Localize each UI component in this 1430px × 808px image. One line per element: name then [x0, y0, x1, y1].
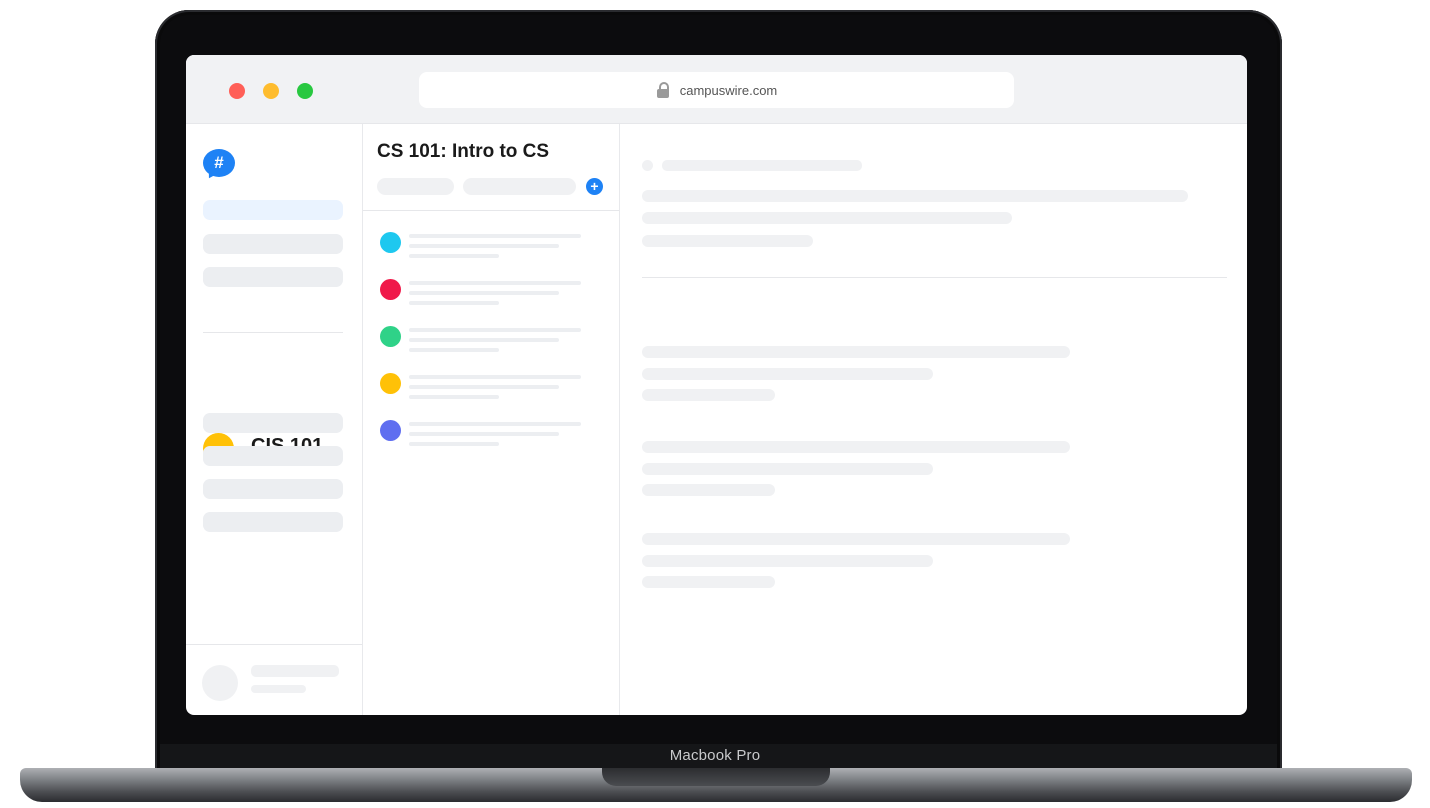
- post-text-line: [409, 291, 559, 295]
- device-label: Macbook Pro: [669, 747, 761, 764]
- post-text-line: [409, 348, 499, 352]
- post-body-placeholder: [642, 212, 1012, 224]
- lock-icon: [656, 82, 670, 98]
- sidebar-channel-item[interactable]: [203, 446, 343, 466]
- post-title-line: [409, 422, 581, 426]
- browser-window: campuswire.com # CIS 101 CS 101: Intro t…: [186, 55, 1247, 715]
- sidebar-nav-item[interactable]: [203, 234, 343, 254]
- maximize-window-button[interactable]: [297, 83, 313, 99]
- post-author-avatar: [642, 160, 653, 171]
- sidebar-nav-item[interactable]: [203, 267, 343, 287]
- feed-header-divider: [363, 210, 619, 211]
- browser-titlebar: campuswire.com: [186, 55, 1247, 124]
- laptop-base-notch: [602, 768, 830, 786]
- sidebar-footer-divider: [186, 644, 362, 645]
- sidebar-divider: [203, 332, 343, 333]
- new-post-button[interactable]: +: [586, 178, 603, 195]
- user-status-placeholder: [251, 685, 306, 693]
- search-chip[interactable]: [463, 178, 576, 195]
- sidebar-channel-item[interactable]: [203, 512, 343, 532]
- post-author-dot: [380, 279, 401, 300]
- post-title-line: [409, 328, 581, 332]
- course-feed-title: CS 101: Intro to CS: [377, 141, 550, 162]
- address-bar-url: campuswire.com: [679, 82, 778, 98]
- post-text-line: [409, 244, 559, 248]
- post-author-dot: [380, 326, 401, 347]
- post-divider: [642, 277, 1227, 278]
- post-text-line: [409, 338, 559, 342]
- post-title-line: [409, 375, 581, 379]
- post-text-line: [409, 254, 499, 258]
- posts-column: CS 101: Intro to CS +: [363, 124, 620, 715]
- post-title-line: [409, 281, 581, 285]
- filter-chip[interactable]: [377, 178, 454, 195]
- user-avatar[interactable]: [202, 665, 238, 701]
- sidebar-channel-item[interactable]: [203, 479, 343, 499]
- post-body-placeholder: [642, 235, 813, 247]
- post-text-line: [409, 301, 499, 305]
- post-author-dot: [380, 373, 401, 394]
- post-author-dot: [380, 232, 401, 253]
- sidebar-channel-item[interactable]: [203, 413, 343, 433]
- sidebar-nav-item-active[interactable]: [203, 200, 343, 220]
- user-name-placeholder: [251, 665, 339, 677]
- minimize-window-button[interactable]: [263, 83, 279, 99]
- post-author-dot: [380, 420, 401, 441]
- close-window-button[interactable]: [229, 83, 245, 99]
- sidebar: # CIS 101: [186, 124, 363, 715]
- post-title-line: [409, 234, 581, 238]
- campuswire-logo-icon[interactable]: #: [203, 149, 235, 182]
- post-text-line: [409, 395, 499, 399]
- address-bar[interactable]: campuswire.com: [419, 72, 1014, 108]
- post-title-placeholder: [642, 190, 1188, 202]
- post-meta-placeholder: [662, 160, 862, 171]
- post-text-line: [409, 442, 499, 446]
- post-text-line: [409, 385, 559, 389]
- post-detail: [620, 124, 1247, 715]
- post-text-line: [409, 432, 559, 436]
